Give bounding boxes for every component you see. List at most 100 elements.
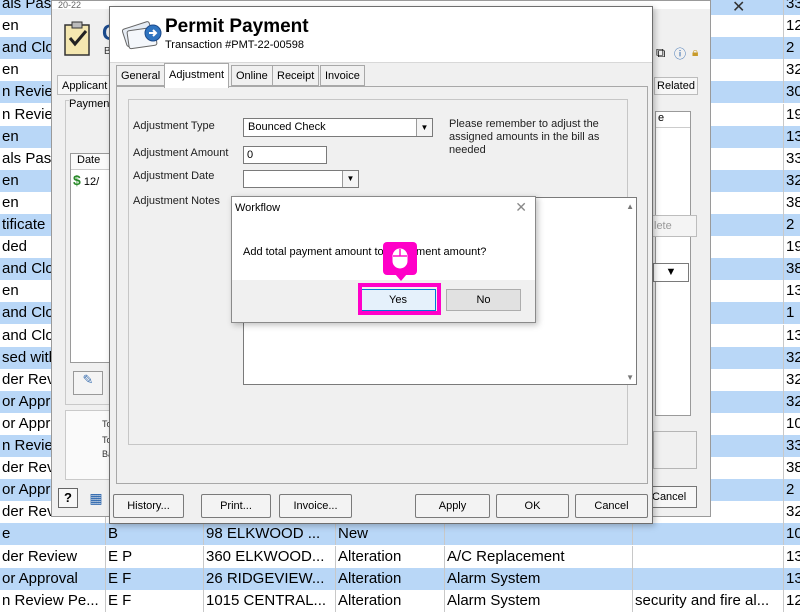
grid-cell: 38 bbox=[783, 258, 800, 281]
grid-cell: 13 bbox=[783, 545, 800, 568]
grid-cell: E F bbox=[105, 589, 203, 612]
adjustment-date-picker[interactable]: ▼ bbox=[243, 170, 359, 188]
grid-cell bbox=[632, 523, 783, 546]
grid-cell bbox=[632, 567, 783, 590]
grid-cell: 19 bbox=[783, 103, 800, 126]
grid-cell: New bbox=[335, 523, 444, 546]
scroll-down-icon[interactable]: ▼ bbox=[626, 373, 634, 382]
workflow-title: Workflow bbox=[235, 202, 281, 214]
grid-cell: Alteration bbox=[335, 589, 444, 612]
print-button[interactable]: Print... bbox=[201, 494, 271, 518]
back-related-combo[interactable]: ▼ bbox=[653, 263, 689, 282]
grid-cell: 1 bbox=[783, 302, 800, 325]
grid-cell: E P bbox=[105, 545, 203, 568]
back-edit-button[interactable]: ✎ bbox=[73, 371, 103, 395]
grid-cell: 19 bbox=[783, 236, 800, 259]
grid-cell: E F bbox=[105, 567, 203, 590]
scroll-up-icon[interactable]: ▲ bbox=[626, 202, 634, 211]
back-payments-group-label: Paymen bbox=[69, 98, 112, 110]
calculator-icon[interactable]: ▦ bbox=[86, 488, 106, 508]
back-list-row[interactable]: $ 12/ bbox=[73, 172, 99, 188]
back-tab-applicant[interactable]: Applicant bbox=[57, 75, 113, 95]
grid-cell: 32 bbox=[783, 169, 800, 192]
history-button[interactable]: History... bbox=[113, 494, 184, 518]
grid-cell: 33 bbox=[783, 147, 800, 170]
back-window-title: 20-22 bbox=[58, 1, 82, 9]
invoice-button[interactable]: Invoice... bbox=[279, 494, 352, 518]
payment-card-stack-icon bbox=[122, 21, 162, 50]
grid-cell: 33 bbox=[783, 435, 800, 457]
ok-button[interactable]: OK bbox=[496, 494, 569, 518]
grid-cell: Alteration bbox=[335, 567, 444, 590]
grid-row[interactable]: e B98 ELKWOOD ...New 10 bbox=[0, 523, 800, 546]
cancel-button[interactable]: Cancel bbox=[575, 494, 648, 518]
grid-cell: 12 bbox=[783, 15, 800, 38]
grid-cell: e bbox=[2, 525, 11, 543]
grid-cell bbox=[444, 523, 632, 546]
adjustment-reminder-note: Please remember to adjust the assigned a… bbox=[449, 118, 600, 156]
adjustment-amount-label: Adjustment Amount bbox=[133, 147, 229, 159]
back-toolbar-icons: ⧉ ⓘ 🔒︎ bbox=[654, 45, 714, 61]
grid-row[interactable]: or Approval E F 26 RIDGEVIEW... Alteration A… bbox=[0, 567, 800, 590]
grid-cell: 12 bbox=[783, 589, 800, 612]
grid-cell: 2 bbox=[783, 214, 800, 236]
grid-cell: 32 bbox=[783, 390, 800, 413]
grid-cell: 38 bbox=[783, 457, 800, 480]
chevron-down-icon[interactable]: ▼ bbox=[416, 119, 432, 136]
no-button[interactable]: No bbox=[446, 289, 521, 311]
grid-cell: 1015 CENTRAL... bbox=[203, 589, 335, 612]
help-button[interactable]: ? bbox=[58, 488, 78, 508]
grid-cell: 98 ELKWOOD ... bbox=[203, 523, 335, 546]
close-icon[interactable]: ✕ bbox=[515, 199, 527, 216]
permit-dialog-header: Permit Payment Transaction #PMT-22-00598 bbox=[110, 7, 652, 63]
adjustment-amount-input[interactable]: 0 bbox=[243, 146, 327, 164]
grid-cell: A/C Replacement bbox=[444, 545, 632, 568]
adjustment-type-select[interactable]: Bounced Check ▼ bbox=[243, 118, 433, 137]
tab-online[interactable]: Online bbox=[231, 65, 273, 86]
transaction-number: Transaction #PMT-22-00598 bbox=[165, 39, 304, 51]
dollar-icon: $ bbox=[73, 172, 81, 188]
adjustment-notes-label: Adjustment Notes bbox=[133, 195, 220, 207]
lock-icon[interactable]: 🔒︎ bbox=[692, 45, 698, 60]
grid-cell: 13 bbox=[783, 324, 800, 347]
grid-cell: Alarm System bbox=[444, 589, 632, 612]
back-list-header-date: Date bbox=[71, 154, 111, 170]
back-payments-list[interactable]: Date $ 12/ bbox=[70, 153, 112, 363]
workflow-titlebar: Workflow ✕ bbox=[232, 197, 535, 219]
grid-cell: 10 bbox=[783, 412, 800, 435]
tab-general[interactable]: General bbox=[116, 65, 166, 86]
click-target-highlight bbox=[358, 283, 441, 315]
adjustment-type-value: Bounced Check bbox=[248, 121, 326, 133]
permit-dialog-title: Permit Payment bbox=[165, 16, 309, 37]
back-delete-button[interactable]: lete bbox=[651, 215, 697, 237]
grid-cell: 2 bbox=[783, 37, 800, 60]
grid-cell: 32 bbox=[783, 59, 800, 82]
copy-icon[interactable]: ⧉ bbox=[656, 45, 665, 61]
back-tab-related[interactable]: Related bbox=[654, 77, 698, 95]
grid-cell: 32 bbox=[783, 501, 800, 524]
apply-button[interactable]: Apply bbox=[415, 494, 490, 518]
back-list-row-date: 12/ bbox=[83, 176, 100, 188]
chevron-down-icon[interactable]: ▼ bbox=[342, 171, 358, 187]
adjustment-type-label: Adjustment Type bbox=[133, 120, 215, 132]
grid-cell: 360 ELKWOOD... bbox=[203, 545, 335, 568]
edit-icon: ✎ bbox=[82, 372, 94, 387]
workflow-message: Add total payment amount to adjustment a… bbox=[243, 246, 487, 258]
chevron-down-icon: ▼ bbox=[665, 266, 677, 278]
grid-row[interactable]: n Review Pe... E F 1015 CENTRAL... Alterati… bbox=[0, 589, 800, 612]
tab-receipt[interactable]: Receipt bbox=[272, 65, 320, 86]
grid-row[interactable]: der Review E P 360 ELKWOOD... Alteration A/C… bbox=[0, 545, 800, 568]
grid-cell: n Review Pe... bbox=[2, 591, 99, 609]
adjustment-date-label: Adjustment Date bbox=[133, 170, 215, 182]
back-window-close-icon[interactable]: ✕ bbox=[732, 0, 745, 17]
tab-adjustment[interactable]: Adjustment bbox=[164, 63, 230, 88]
grid-cell: 32 bbox=[783, 346, 800, 369]
back-cancel-button[interactable]: Cancel bbox=[649, 486, 697, 508]
click-indicator-pointer bbox=[395, 274, 407, 281]
info-icon[interactable]: ⓘ bbox=[674, 45, 686, 62]
tab-invoice[interactable]: Invoice bbox=[320, 65, 365, 86]
grid-cell: 38 bbox=[783, 191, 800, 214]
grid-cell: der Review bbox=[2, 547, 78, 565]
back-totals-box: To To Ba bbox=[65, 410, 113, 480]
grid-cell bbox=[632, 545, 783, 568]
